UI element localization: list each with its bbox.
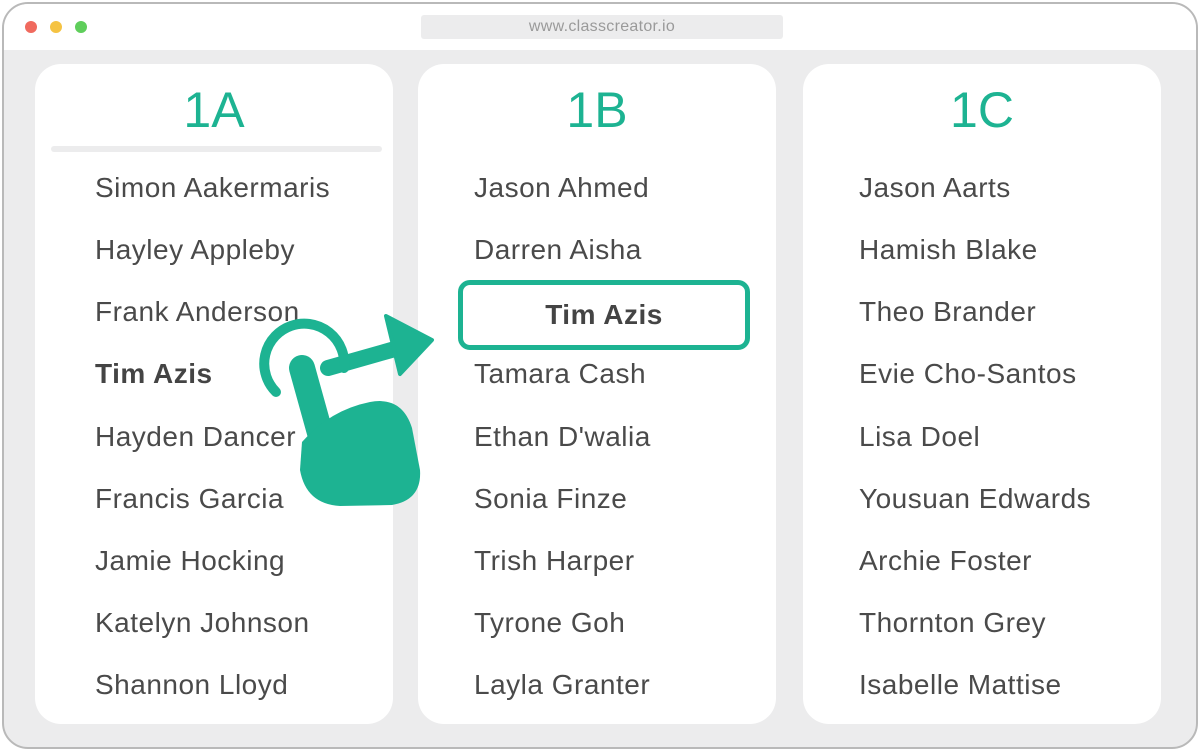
close-window-button[interactable] bbox=[25, 21, 37, 33]
student-name[interactable]: Jamie Hocking bbox=[95, 545, 285, 577]
minimize-window-button[interactable] bbox=[50, 21, 62, 33]
student-name[interactable]: Frank Anderson bbox=[95, 296, 300, 328]
maximize-window-button[interactable] bbox=[75, 21, 87, 33]
student-name[interactable]: Hamish Blake bbox=[859, 234, 1038, 266]
class-card-1c: 1C Jason Aarts Hamish Blake Theo Brander Ev… bbox=[803, 64, 1161, 724]
browser-titlebar: www.classcreator.io bbox=[4, 4, 1196, 50]
url-bar[interactable]: www.classcreator.io bbox=[421, 15, 783, 39]
student-list: Simon Aakermaris Hayley Appleby Frank Ande… bbox=[35, 64, 393, 724]
student-name[interactable]: Tyrone Goh bbox=[474, 607, 625, 639]
student-name[interactable]: Jason Ahmed bbox=[474, 172, 649, 204]
student-name[interactable]: Francis Garcia bbox=[95, 483, 284, 515]
student-name[interactable]: Katelyn Johnson bbox=[95, 607, 310, 639]
student-name[interactable]: Shannon Lloyd bbox=[95, 669, 288, 701]
student-name[interactable]: Tim Azis bbox=[95, 358, 213, 390]
student-name[interactable]: Simon Aakermaris bbox=[95, 172, 330, 204]
student-name[interactable]: Trish Harper bbox=[474, 545, 635, 577]
class-card-1b: 1B Jason Ahmed Darren Aisha Tamara Cash Eth… bbox=[418, 64, 776, 724]
student-list: Jason Aarts Hamish Blake Theo Brander Evie … bbox=[803, 64, 1161, 724]
student-name[interactable]: Darren Aisha bbox=[474, 234, 642, 266]
student-name[interactable]: Thornton Grey bbox=[859, 607, 1046, 639]
student-name[interactable]: Lisa Doel bbox=[859, 421, 980, 453]
class-card-1a: 1A Simon Aakermaris Hayley Appleby Frank A… bbox=[35, 64, 393, 724]
student-name[interactable]: Layla Granter bbox=[474, 669, 650, 701]
student-name[interactable]: Hayden Dancer bbox=[95, 421, 296, 453]
student-name[interactable]: Sonia Finze bbox=[474, 483, 627, 515]
student-name[interactable]: Ethan D'walia bbox=[474, 421, 651, 453]
student-name[interactable]: Isabelle Mattise bbox=[859, 669, 1062, 701]
student-name[interactable]: Jason Aarts bbox=[859, 172, 1011, 204]
student-name[interactable]: Yousuan Edwards bbox=[859, 483, 1091, 515]
student-name[interactable]: Hayley Appleby bbox=[95, 234, 295, 266]
student-name[interactable]: Tamara Cash bbox=[474, 358, 646, 390]
dropped-student-card[interactable]: Tim Azis bbox=[458, 280, 750, 350]
student-name[interactable]: Evie Cho-Santos bbox=[859, 358, 1077, 390]
student-name[interactable]: Archie Foster bbox=[859, 545, 1032, 577]
student-list: Jason Ahmed Darren Aisha Tamara Cash Ethan … bbox=[418, 64, 776, 724]
student-name[interactable]: Theo Brander bbox=[859, 296, 1036, 328]
